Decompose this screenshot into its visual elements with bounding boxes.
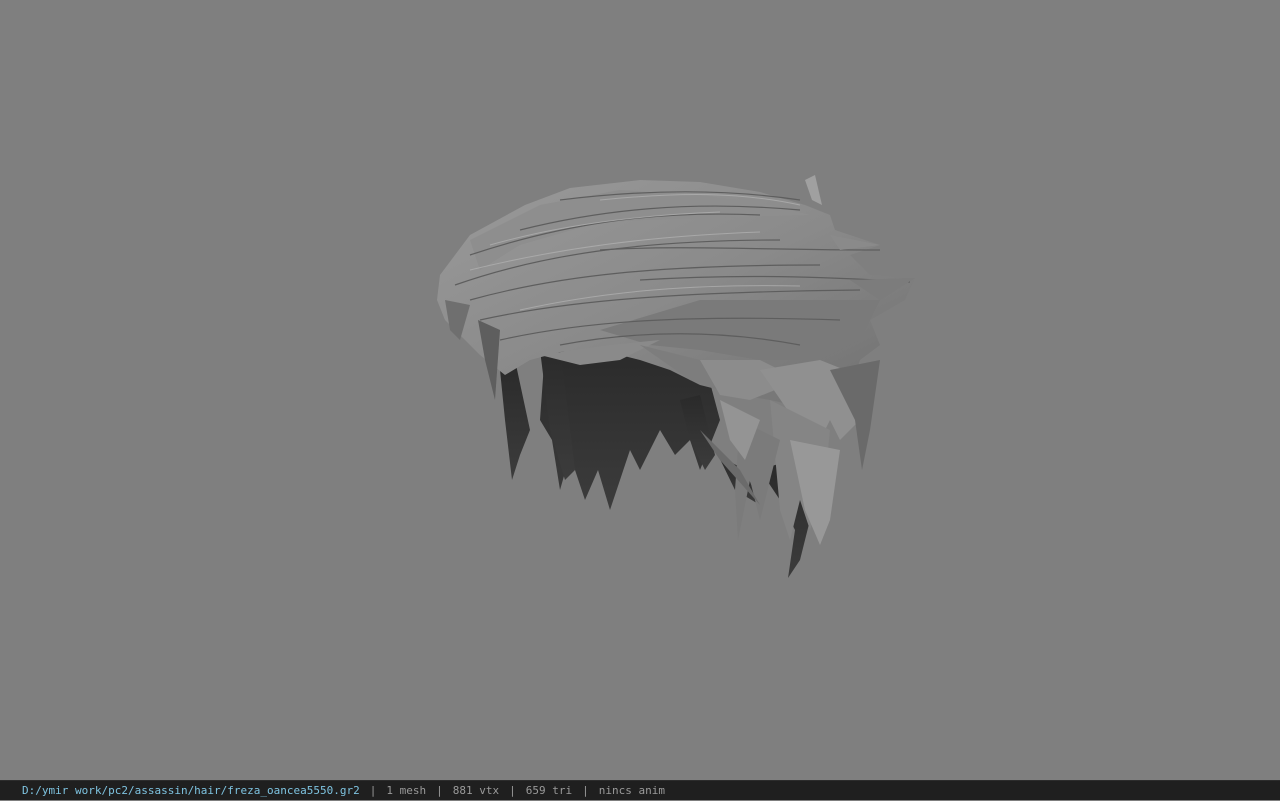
3d-viewport[interactable] [0, 0, 1280, 780]
triangle-count: 659 tri [525, 783, 573, 797]
mesh-count: 1 mesh [386, 783, 427, 797]
separator: | [436, 783, 443, 797]
separator: | [509, 783, 516, 797]
hair-mesh-model[interactable] [0, 0, 1280, 780]
status-bar: D:/ymir work/pc2/assassin/hair/freza_oan… [0, 780, 1280, 800]
animation-status: nincs anim [598, 783, 665, 797]
vertex-count: 881 vtx [452, 783, 500, 797]
separator: | [369, 783, 377, 797]
separator: | [582, 783, 589, 797]
file-path: D:/ymir work/pc2/assassin/hair/freza_oan… [22, 783, 360, 797]
